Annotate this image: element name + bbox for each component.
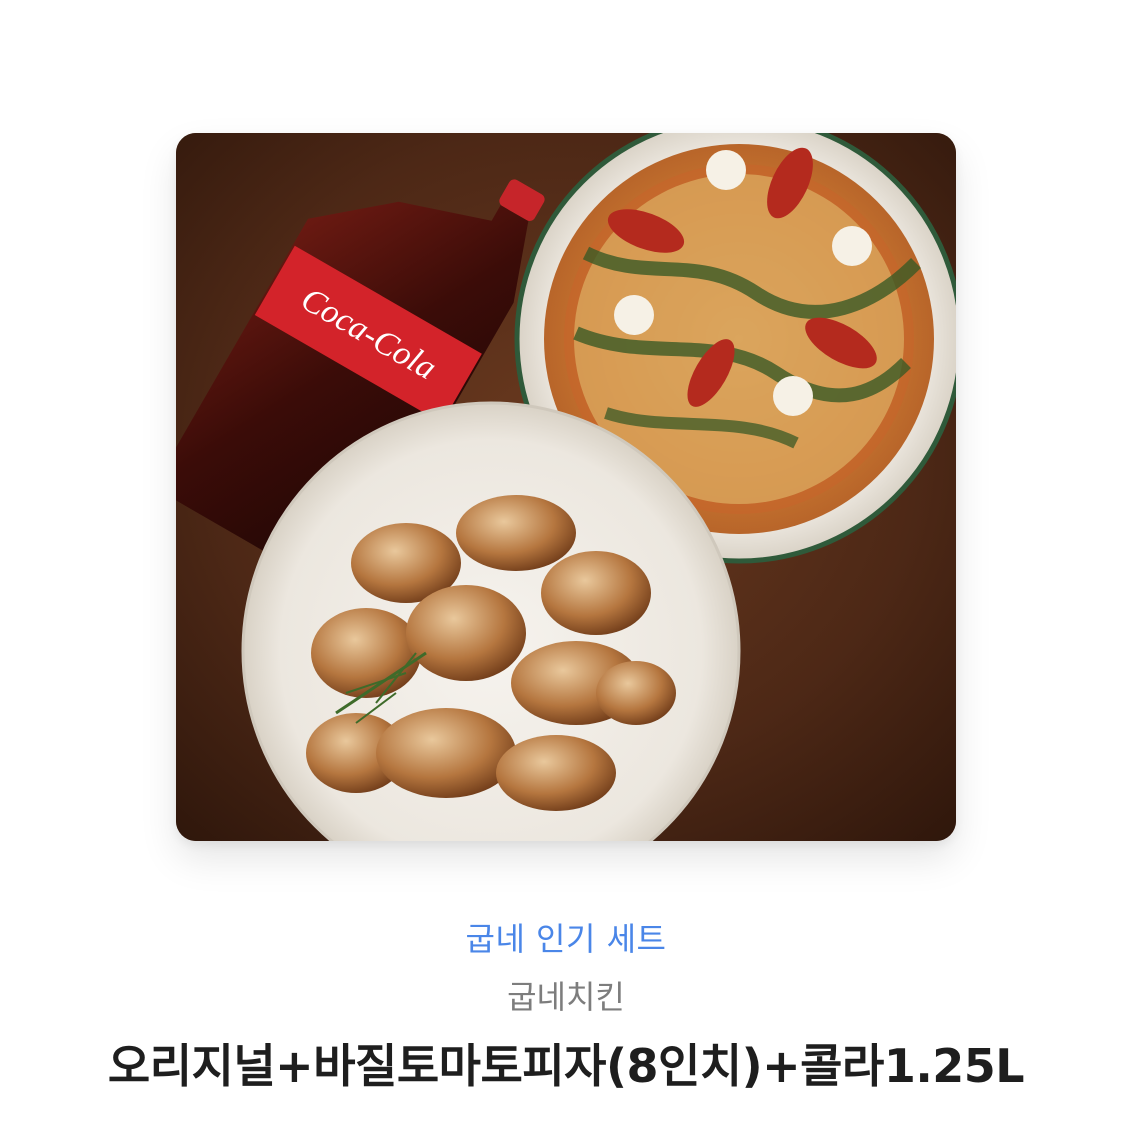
product-card-page: Coca-Cola 굽네 인기 세트 굽네치킨 오리지널+바질토마토피자(8인치… — [0, 0, 1132, 1132]
food-set-photo-icon: Coca-Cola — [176, 133, 956, 841]
product-image[interactable]: Coca-Cola — [176, 133, 956, 841]
product-brand: 굽네치킨 — [507, 978, 625, 1016]
product-title: 오리지널+바질토마토피자(8인치)+콜라1.25L — [107, 1039, 1025, 1093]
product-category: 굽네 인기 세트 — [465, 920, 667, 958]
